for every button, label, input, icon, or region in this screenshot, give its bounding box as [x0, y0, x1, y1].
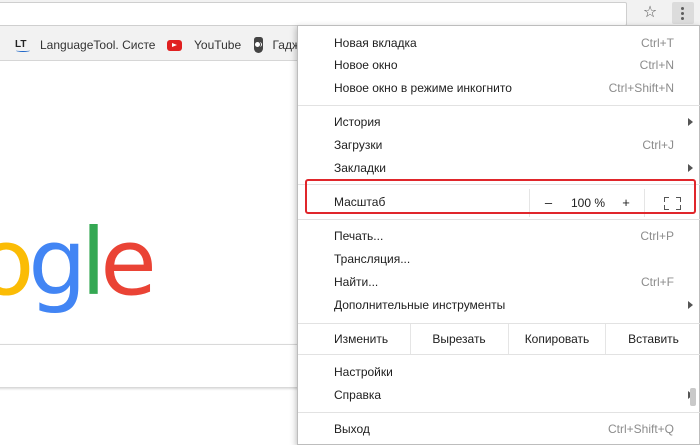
menu-item-shortcut: Ctrl+J: [642, 138, 674, 152]
menu-item-shortcut: Ctrl+N: [639, 58, 674, 72]
menu-separator: [298, 105, 700, 106]
menu-item-label: Загрузки: [334, 138, 383, 152]
edit-label: Изменить: [334, 332, 389, 346]
menu-item-new-window[interactable]: Новое окно Ctrl+N: [298, 54, 700, 76]
youtube-icon: [167, 39, 182, 51]
bookmark-gadgets[interactable]: Гадж: [254, 36, 300, 54]
menu-item-find[interactable]: Найти... Ctrl+F: [298, 271, 700, 293]
menu-item-label: История: [334, 115, 381, 129]
bookmark-label: Гадж: [272, 38, 300, 52]
menu-item-settings[interactable]: Настройки: [298, 361, 700, 383]
logo-letter: g: [28, 209, 86, 316]
menu-item-history[interactable]: История: [298, 111, 700, 133]
languagetool-icon: LT: [15, 37, 31, 53]
copy-button[interactable]: Копировать: [508, 324, 605, 354]
submenu-arrow-icon: [688, 164, 693, 172]
menu-item-label: Найти...: [334, 275, 379, 289]
menu-item-shortcut: Ctrl+Shift+Q: [607, 422, 674, 436]
menu-dot: [681, 12, 684, 15]
menu-item-shortcut: Ctrl+T: [641, 36, 674, 50]
menu-item-label: Выход: [334, 422, 370, 436]
menu-item-exit[interactable]: Выход Ctrl+Shift+Q: [298, 418, 700, 440]
menu-item-help[interactable]: Справка: [298, 384, 700, 406]
menu-separator: [298, 412, 700, 413]
menu-separator: [298, 354, 700, 355]
chrome-menu-button[interactable]: [672, 2, 694, 24]
bookmark-youtube[interactable]: YouTube: [167, 36, 247, 54]
google-logo: ogle: [0, 208, 157, 318]
menu-item-label: Дополнительные инструменты: [334, 298, 506, 312]
paste-button[interactable]: Вставить: [605, 324, 700, 354]
menu-item-label: Трансляция...: [334, 252, 411, 266]
menu-item-label: Новое окно: [334, 58, 398, 72]
logo-letter: l: [80, 209, 106, 316]
chrome-main-menu: Новая вкладка Ctrl+T Новое окно Ctrl+N Н…: [297, 25, 700, 445]
address-bar[interactable]: [0, 2, 627, 26]
menu-item-cast[interactable]: Трансляция...: [298, 248, 700, 270]
logo-letter: e: [100, 209, 157, 316]
menu-item-shortcut: Ctrl+P: [640, 229, 674, 243]
menu-item-label: Новая вкладка: [334, 36, 417, 50]
bookmark-languagetool[interactable]: LT LanguageTool. Систе: [15, 36, 168, 54]
menu-item-shortcut: Ctrl+Shift+N: [608, 81, 674, 95]
menu-separator: [298, 219, 700, 220]
owl-icon: [254, 37, 264, 53]
menu-item-shortcut: Ctrl+F: [641, 275, 674, 289]
menu-item-label: Справка: [334, 388, 382, 402]
scrollbar-thumb[interactable]: [690, 388, 696, 406]
menu-dot: [681, 7, 684, 10]
cut-button[interactable]: Вырезать: [410, 324, 507, 354]
logo-letter: o: [0, 209, 34, 316]
browser-toolbar: ☆: [0, 0, 700, 28]
menu-item-bookmarks[interactable]: Закладки: [298, 157, 700, 179]
menu-item-incognito[interactable]: Новое окно в режиме инкогнито Ctrl+Shift…: [298, 77, 700, 99]
bookmark-label: LanguageTool. Систе: [40, 38, 156, 52]
menu-item-more-tools[interactable]: Дополнительные инструменты: [298, 294, 700, 316]
zoom-highlight-frame: [305, 179, 696, 214]
menu-item-new-tab[interactable]: Новая вкладка Ctrl+T: [298, 32, 700, 54]
menu-dot: [681, 17, 684, 20]
submenu-arrow-icon: [688, 301, 693, 309]
menu-item-print[interactable]: Печать... Ctrl+P: [298, 225, 700, 247]
menu-item-label: Настройки: [334, 365, 393, 379]
menu-item-downloads[interactable]: Загрузки Ctrl+J: [298, 134, 700, 156]
menu-item-label: Печать...: [334, 229, 384, 243]
edit-row: Изменить Вырезать Копировать Вставить: [298, 324, 700, 354]
menu-item-label: Новое окно в режиме инкогнито: [334, 81, 512, 95]
bookmark-label: YouTube: [194, 38, 242, 52]
menu-item-label: Закладки: [334, 161, 386, 175]
submenu-arrow-icon: [688, 118, 693, 126]
bookmark-star-icon[interactable]: ☆: [640, 3, 660, 23]
google-search-input[interactable]: [0, 344, 300, 388]
